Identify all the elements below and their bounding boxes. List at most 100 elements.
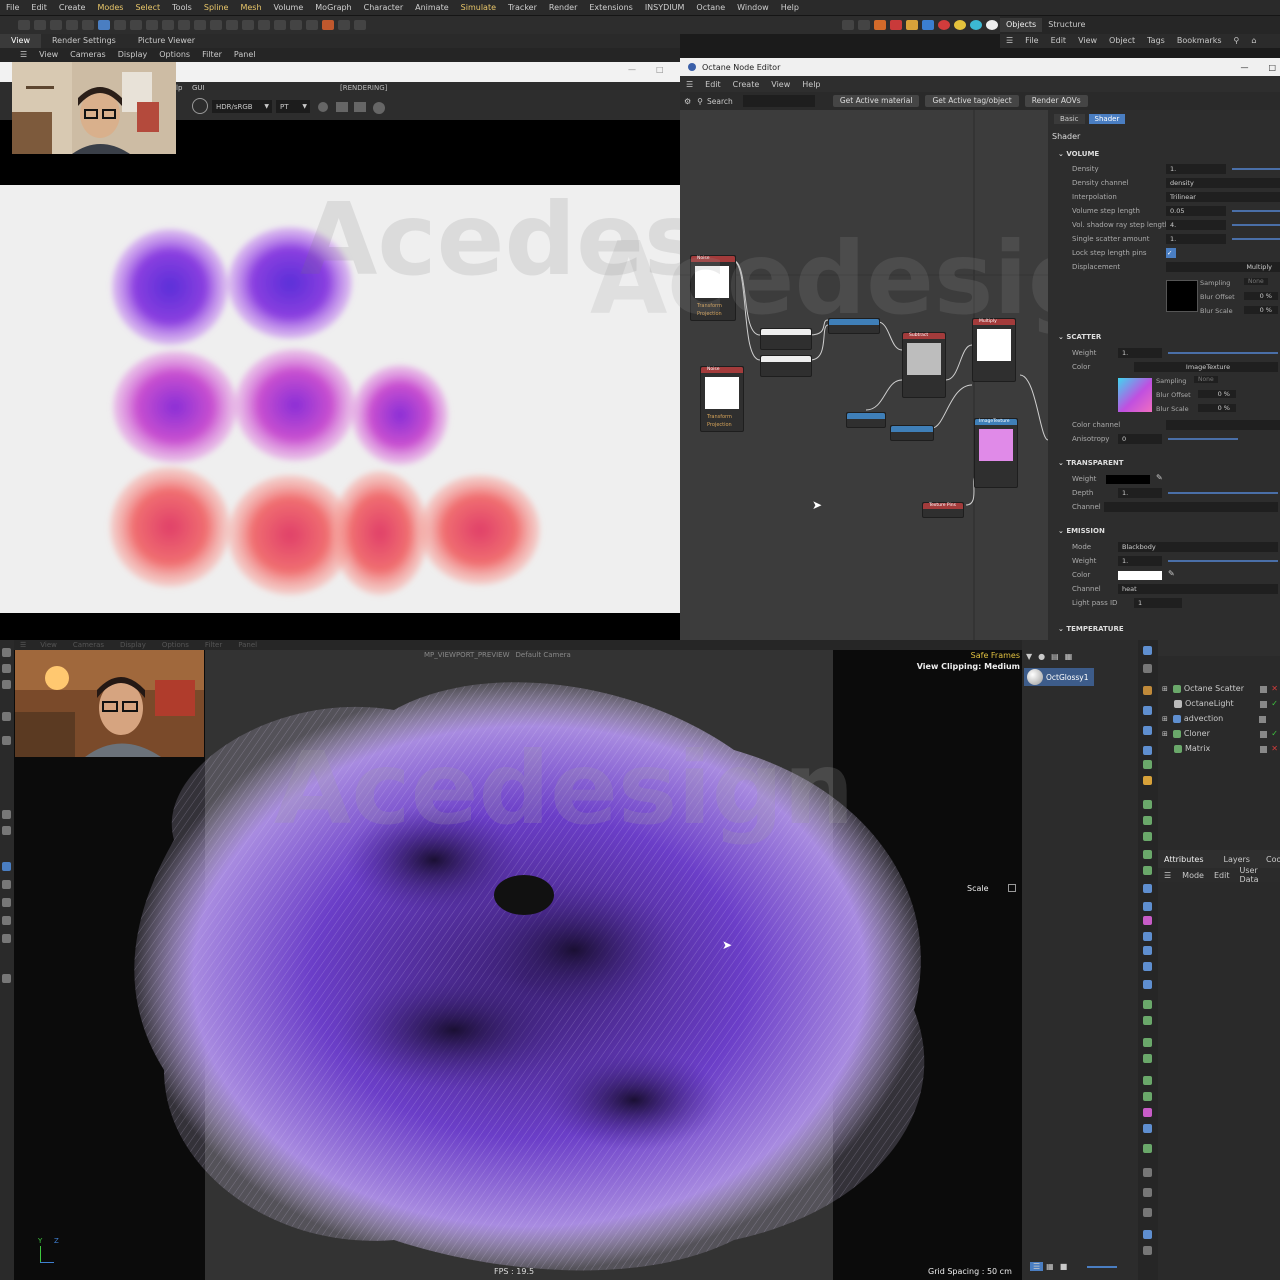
density-field[interactable]: 1. [1166,164,1226,174]
maximize-icon[interactable]: □ [1268,63,1276,72]
octane-live-viewer-icon[interactable] [890,20,902,30]
home-icon[interactable]: ⌂ [1245,34,1262,48]
search-icon[interactable]: ⚲ [1228,34,1246,48]
menu-mesh[interactable]: Mesh [234,0,267,16]
color-channel-field[interactable] [1166,420,1280,430]
visibility-icon[interactable] [1260,730,1268,738]
expand-icon[interactable]: ⊞ [1162,682,1168,696]
tool-icon[interactable] [1143,1144,1152,1153]
attr-menu-mode[interactable]: Mode [1177,871,1209,880]
tab-basic[interactable]: Basic [1054,114,1085,124]
tool-icon[interactable] [1143,1168,1152,1177]
emission-channel-field[interactable]: heat [1118,584,1278,594]
octane-material-icon[interactable] [922,20,934,30]
subtract-node[interactable]: Subtract [902,332,946,398]
menu-edit[interactable]: Edit [25,0,53,16]
axis-x-icon[interactable] [194,20,206,30]
menu-extensions[interactable]: Extensions [583,0,638,16]
hamburger-icon[interactable]: ☰ [14,641,32,649]
live-viewer-menu-gui[interactable]: GUI [192,84,205,92]
transparent-channel-field[interactable] [1104,502,1278,512]
tool-icon[interactable] [1143,800,1152,809]
snap-icon[interactable] [274,20,286,30]
tool-icon[interactable] [1143,1230,1152,1239]
expand-icon[interactable]: ⊞ [1162,727,1168,741]
expand-icon[interactable]: ⊞ [1162,712,1168,726]
tool-icon[interactable] [2,934,11,943]
node-pin[interactable]: Projection [701,421,743,429]
settings-circle-icon[interactable] [373,102,385,114]
tab-shader[interactable]: Shader [1088,114,1126,124]
vp3d-menu-options[interactable]: Options [154,641,197,649]
grid-view-icon[interactable]: ▦ [1046,1262,1054,1271]
menu-help[interactable]: Help [775,0,805,16]
tool-icon[interactable] [1143,962,1152,971]
viewport-menu-display[interactable]: Display [112,48,154,62]
object-status-disabled[interactable]: ✕ [1271,742,1278,756]
objects-menu-bookmarks[interactable]: Bookmarks [1171,34,1228,48]
tool-icon[interactable] [2,810,11,819]
tool-icon[interactable] [2,680,11,689]
tool-icon[interactable] [2,974,11,983]
depth-slider[interactable] [1168,492,1278,494]
yellow-dot-icon[interactable] [954,20,966,30]
text-tool-icon[interactable] [258,20,270,30]
zoom-slider[interactable] [1087,1265,1118,1268]
interpolation-select[interactable]: Trilinear [1166,192,1280,202]
tool-icon[interactable] [1143,760,1152,769]
viewport-menu-options[interactable]: Options [153,48,196,62]
vol-blur-offset-field[interactable]: 0 % [1244,292,1278,300]
emission-weight-field[interactable]: 1. [1118,556,1162,566]
menu-volume[interactable]: Volume [268,0,310,16]
texture-pins-node[interactable]: Texture Pins [922,502,964,518]
density-channel-field[interactable]: density [1166,178,1280,188]
node-graph-canvas[interactable]: Noise Transform Projection Noise Transfo… [590,110,1170,640]
menu-file[interactable]: File [0,0,25,16]
move-icon[interactable] [98,20,110,30]
tool-icon[interactable] [1143,916,1152,925]
live-select-icon[interactable] [50,20,62,30]
shadow-step-field[interactable]: 4. [1166,220,1226,230]
density-slider[interactable] [1232,168,1280,170]
vp3d-menu-panel[interactable]: Panel [230,641,265,649]
octane-settings-icon[interactable] [906,20,918,30]
camera-icon[interactable] [354,102,366,112]
object-row-advection[interactable]: ⊞ advection [1162,712,1280,726]
tool-icon[interactable] [1143,816,1152,825]
noise-node-2[interactable]: Noise Transform Projection [700,366,744,432]
tool-icon[interactable] [2,664,11,673]
white-dot-icon[interactable] [986,20,998,30]
tab-picture-viewer[interactable]: Picture Viewer [127,34,206,48]
tool-icon[interactable] [1143,932,1152,941]
object-status-enabled[interactable]: ✓ [1271,697,1278,711]
tool-icon[interactable] [2,916,11,925]
menu-tools[interactable]: Tools [166,0,198,16]
scatter-color-texture[interactable]: ImageTexture [1134,362,1278,372]
red-dot-icon[interactable] [938,20,950,30]
visibility-icon[interactable] [1260,685,1268,693]
render-settings-icon[interactable] [338,20,350,30]
search-input[interactable] [742,95,815,107]
model-mode-icon[interactable] [66,20,78,30]
menu-render[interactable]: Render [543,0,583,16]
tool-icon[interactable] [1143,726,1152,735]
volume-step-slider[interactable] [1232,210,1280,212]
scale-icon[interactable] [130,20,142,30]
menu-character[interactable]: Character [358,0,410,16]
material-item[interactable]: OctGlossy1 [1024,668,1094,686]
object-status-enabled[interactable]: ✓ [1271,727,1278,741]
tool-icon[interactable] [1143,746,1152,755]
object-row-cloner[interactable]: ⊞ Cloner ✓ [1162,727,1280,741]
tool-icon[interactable] [2,648,11,657]
visibility-icon[interactable] [1259,715,1266,723]
tool-icon[interactable] [1143,1246,1152,1255]
render-picture-viewer-icon[interactable] [354,20,366,30]
attr-menu-edit[interactable]: Edit [1209,871,1235,880]
rotate-icon[interactable] [114,20,126,30]
menu-mograph[interactable]: MoGraph [309,0,357,16]
tool-icon[interactable] [1143,902,1152,911]
tab-layers[interactable]: Layers [1218,855,1256,864]
texture-node-2[interactable] [760,355,812,377]
hamburger-icon[interactable]: ☰ [14,48,33,62]
anisotropy-slider[interactable] [1168,438,1238,440]
